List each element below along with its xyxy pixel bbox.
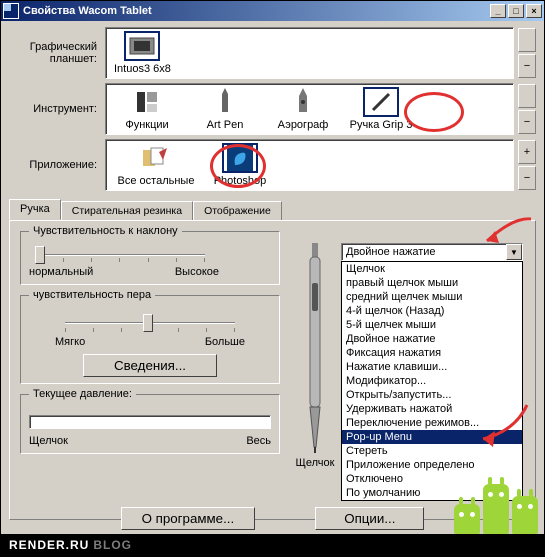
button-function-dropdown[interactable]: Двойное нажатие ▼ Щелчокправый щелчок мы… <box>341 243 523 501</box>
footer-watermark: RENDER.RU BLOG <box>1 534 544 556</box>
tip-title: чувствительность пера <box>29 289 155 301</box>
minimize-button[interactable]: _ <box>490 4 506 18</box>
dropdown-option[interactable]: Щелчок <box>342 262 522 276</box>
tablet-remove-button[interactable]: − <box>518 54 536 78</box>
tool-item-label: Ручка Grip 3 <box>350 119 413 131</box>
dropdown-option[interactable]: Нажатие клавиши... <box>342 360 522 374</box>
tool-item-label: Функции <box>125 119 168 131</box>
app-item-photoshop[interactable]: Photoshop <box>204 141 276 189</box>
pressure-high-label: Весь <box>246 435 271 447</box>
tool-remove-button[interactable]: − <box>518 110 536 134</box>
mascot-logo <box>454 484 538 534</box>
tab-mapping[interactable]: Отображение <box>193 201 282 220</box>
tilt-slider[interactable] <box>35 254 205 256</box>
photoshop-icon <box>222 143 258 173</box>
tip-slider[interactable] <box>65 322 235 324</box>
dropdown-list: Щелчокправый щелчок мышисредний щелчек м… <box>341 261 523 501</box>
tilt-group: Чувствительность к наклону нормальный Вы… <box>20 231 280 285</box>
about-button[interactable]: О программе... <box>121 507 256 530</box>
titlebar[interactable]: Свойства Wacom Tablet _ □ × <box>1 1 544 21</box>
tool-item-functions[interactable]: Функции <box>108 85 186 133</box>
tool-item-artpen[interactable]: Art Pen <box>186 85 264 133</box>
tip-low-label: Мягко <box>55 336 85 348</box>
tab-eraser[interactable]: Стирательная резинка <box>61 201 193 220</box>
pen-tip-label: Щелчок <box>296 457 335 469</box>
tab-pen[interactable]: Ручка <box>9 199 61 220</box>
app-item-all[interactable]: Все остальные <box>108 141 204 189</box>
pen-diagram: Щелчок <box>294 243 336 469</box>
pen-tab-panel: Чувствительность к наклону нормальный Вы… <box>9 220 536 520</box>
tablet-icon <box>124 31 160 61</box>
pressure-bar <box>29 415 271 429</box>
tool-list: Функции Art Pen Аэрограф Ручка Grip 3 <box>105 83 514 135</box>
dropdown-selected: Двойное нажатие <box>346 246 436 258</box>
airbrush-icon <box>285 87 321 117</box>
app-remove-button[interactable]: − <box>518 166 536 190</box>
footer-site: RENDER.RU <box>9 538 89 552</box>
tablet-item-label: Intuos3 6x8 <box>114 63 171 75</box>
dropdown-arrow-icon[interactable]: ▼ <box>506 244 522 260</box>
tilt-title: Чувствительность к наклону <box>29 225 182 237</box>
pressure-low-label: Щелчок <box>29 435 68 447</box>
tool-item-label: Art Pen <box>207 119 244 131</box>
app-add-button[interactable]: + <box>518 140 536 164</box>
dropdown-option[interactable]: Фиксация нажатия <box>342 346 522 360</box>
dropdown-option[interactable]: Двойное нажатие <box>342 332 522 346</box>
artpen-icon <box>207 87 243 117</box>
tool-add-button[interactable] <box>518 84 536 108</box>
app-item-label: Photoshop <box>214 175 267 187</box>
dropdown-option[interactable]: Стереть <box>342 444 522 458</box>
dropdown-option[interactable]: Модификатор... <box>342 374 522 388</box>
footer-sub: BLOG <box>93 538 132 552</box>
app-list: Все остальные Photoshop <box>105 139 514 191</box>
dropdown-option[interactable]: Pop-up Menu <box>342 430 522 444</box>
grippen-icon <box>363 87 399 117</box>
tilt-low-label: нормальный <box>29 266 93 278</box>
tablet-row-label: Графический планшет: <box>9 41 101 65</box>
tilt-high-label: Высокое <box>175 266 219 278</box>
dropdown-option[interactable]: 4-й щелчок (Назад) <box>342 304 522 318</box>
details-button[interactable]: Сведения... <box>83 354 217 377</box>
app-item-label: Все остальные <box>118 175 195 187</box>
all-apps-icon <box>138 143 174 173</box>
dropdown-option[interactable]: 5-й щелчек мыши <box>342 318 522 332</box>
tool-row-label: Инструмент: <box>9 103 101 115</box>
tool-item-airbrush[interactable]: Аэрограф <box>264 85 342 133</box>
app-row-label: Приложение: <box>9 159 101 171</box>
dropdown-option[interactable]: Переключение режимов... <box>342 416 522 430</box>
maximize-button[interactable]: □ <box>508 4 524 18</box>
tip-high-label: Больше <box>205 336 245 348</box>
dropdown-option[interactable]: Удерживать нажатой <box>342 402 522 416</box>
tablet-item-intuos[interactable]: Intuos3 6x8 <box>108 29 177 77</box>
tablet-add-button[interactable] <box>518 28 536 52</box>
dropdown-option[interactable]: Приложение определено <box>342 458 522 472</box>
functions-icon <box>129 87 165 117</box>
dropdown-option[interactable]: правый щелчок мыши <box>342 276 522 290</box>
tool-item-label: Аэрограф <box>278 119 329 131</box>
dropdown-option[interactable]: средний щелчек мыши <box>342 290 522 304</box>
tool-item-grippen[interactable]: Ручка Grip 3 <box>342 85 420 133</box>
close-button[interactable]: × <box>526 4 542 18</box>
options-button[interactable]: Опции... <box>315 507 424 530</box>
window-title: Свойства Wacom Tablet <box>23 5 490 17</box>
tip-group: чувствительность пера Мягко Больше Сведе… <box>20 295 280 384</box>
dropdown-option[interactable]: Открыть/запустить... <box>342 388 522 402</box>
app-icon <box>3 3 19 19</box>
pressure-title: Текущее давление: <box>29 388 136 400</box>
pressure-group: Текущее давление: Щелчок Весь <box>20 394 280 454</box>
tablet-list: Intuos3 6x8 <box>105 27 514 79</box>
